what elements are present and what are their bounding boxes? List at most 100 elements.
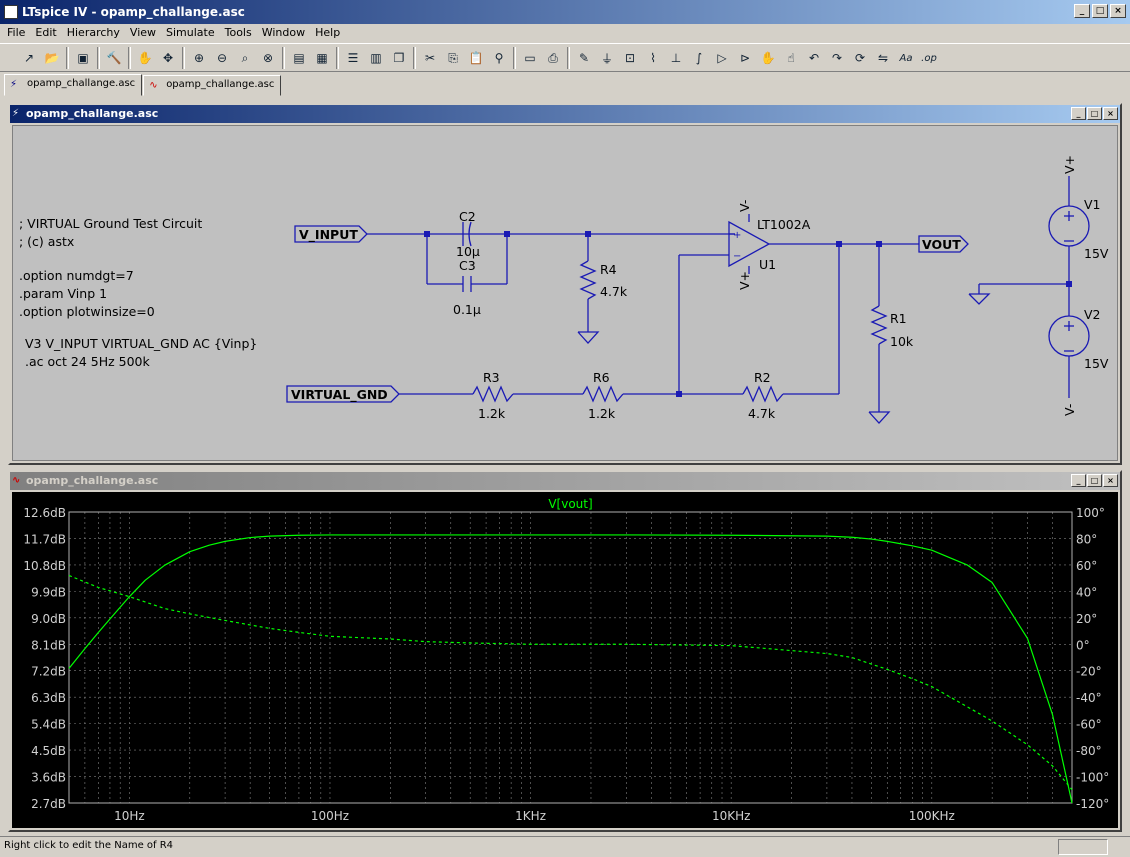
resistor-icon[interactable]: ⌇: [642, 47, 664, 69]
c2-value[interactable]: 10µ: [456, 244, 480, 259]
net-label-flags: [286, 225, 969, 403]
minimize-button[interactable]: _: [1074, 4, 1090, 18]
menu-simulate[interactable]: Simulate: [161, 24, 220, 42]
net-label-vplus[interactable]: V+: [1062, 155, 1077, 174]
save-icon[interactable]: ▣: [72, 47, 94, 69]
c3-name[interactable]: C3: [459, 258, 476, 273]
component-icon[interactable]: ⊳: [734, 47, 756, 69]
r1-value[interactable]: 10k: [890, 334, 914, 349]
v2-name[interactable]: V2: [1084, 307, 1101, 322]
v1-value[interactable]: 15V: [1084, 246, 1109, 261]
r3-value[interactable]: 1.2k: [478, 406, 506, 421]
menu-hierarchy[interactable]: Hierarchy: [62, 24, 125, 42]
net-label-vout[interactable]: VOUT: [922, 237, 961, 252]
comment-line: ; (c) astx: [19, 234, 74, 249]
status-panel: [1058, 839, 1108, 855]
control-panel-icon[interactable]: 🔨: [103, 47, 125, 69]
close-button[interactable]: ×: [1110, 4, 1126, 18]
wire-icon[interactable]: ✎: [573, 47, 595, 69]
u1-model[interactable]: LT1002A: [757, 217, 811, 232]
zoom-fit-icon[interactable]: ⌕: [234, 47, 256, 69]
r2-value[interactable]: 4.7k: [748, 406, 776, 421]
y-right-tick-label: 80°: [1076, 532, 1097, 546]
print-icon[interactable]: ⎙: [542, 47, 564, 69]
menu-view[interactable]: View: [125, 24, 161, 42]
mirror-icon[interactable]: ⇋: [872, 47, 894, 69]
net-label-vminus[interactable]: V-: [1062, 404, 1077, 416]
label-icon[interactable]: ⊡: [619, 47, 641, 69]
net-label-virtual-gnd[interactable]: VIRTUAL_GND: [291, 387, 388, 403]
tab-waveform[interactable]: ∿ opamp_challange.asc: [143, 75, 282, 96]
find-icon[interactable]: ⚲: [488, 47, 510, 69]
cut-icon[interactable]: ✂: [419, 47, 441, 69]
v1-name[interactable]: V1: [1084, 197, 1101, 212]
directive-line[interactable]: .option numdgt=7: [19, 268, 134, 283]
tile-vertical-icon[interactable]: ▥: [365, 47, 387, 69]
rotate-icon[interactable]: ⟳: [849, 47, 871, 69]
source-line[interactable]: V3 V_INPUT VIRTUAL_GND AC {Vinp}: [25, 336, 257, 351]
menu-edit[interactable]: Edit: [30, 24, 61, 42]
open-icon[interactable]: 📂: [41, 47, 63, 69]
schematic-labels: V_INPUT VIRTUAL_GND VOUT: [291, 227, 961, 403]
drag-icon[interactable]: ☝: [780, 47, 802, 69]
menu-tools[interactable]: Tools: [220, 24, 257, 42]
zoom-out-icon[interactable]: ⊖: [211, 47, 233, 69]
paste-icon[interactable]: 📋: [465, 47, 487, 69]
maximize-button[interactable]: □: [1092, 4, 1108, 18]
maximize-button[interactable]: □: [1087, 474, 1102, 487]
waveform-titlebar[interactable]: ∿ opamp_challange.asc _ □ ×: [10, 472, 1120, 490]
directive-line[interactable]: .param Vinp 1: [19, 286, 107, 301]
print-setup-icon[interactable]: ▭: [519, 47, 541, 69]
zoom-in-icon[interactable]: ⊕: [188, 47, 210, 69]
halt-icon[interactable]: ✋: [134, 47, 156, 69]
inductor-icon[interactable]: ∫: [688, 47, 710, 69]
r1-name[interactable]: R1: [890, 311, 907, 326]
spice-directive-icon[interactable]: .op: [918, 47, 940, 69]
close-button[interactable]: ×: [1103, 474, 1118, 487]
pan-icon[interactable]: ✥: [157, 47, 179, 69]
capacitor-icon[interactable]: ⊥: [665, 47, 687, 69]
run-icon[interactable]: ↗: [18, 47, 40, 69]
y-right-tick-label: -60°: [1076, 718, 1102, 732]
r4-name[interactable]: R4: [600, 262, 617, 277]
schematic-icon: ⚡: [12, 108, 20, 119]
ltspice-window: LTspice IV - opamp_challange.asc _ □ × F…: [0, 0, 1130, 857]
y-left-tick-label: 10.8dB: [23, 559, 66, 573]
menu-help[interactable]: Help: [310, 24, 345, 42]
waveform-plot[interactable]: 12.6dB 11.7dB 10.8dB 9.9dB 9.0dB 8.1dB 7.2dB 6.…: [12, 492, 1118, 828]
c3-value[interactable]: 0.1µ: [453, 302, 481, 317]
close-button[interactable]: ×: [1103, 107, 1118, 120]
r2-name[interactable]: R2: [754, 370, 771, 385]
v2-value[interactable]: 15V: [1084, 356, 1109, 371]
menu-file[interactable]: File: [2, 24, 30, 42]
minimize-button[interactable]: _: [1071, 107, 1086, 120]
move-icon[interactable]: ✋: [757, 47, 779, 69]
ac-directive[interactable]: .ac oct 24 5Hz 500k: [25, 354, 150, 369]
directive-line[interactable]: .option plotwinsize=0: [19, 304, 155, 319]
minimize-button[interactable]: _: [1071, 474, 1086, 487]
schematic-titlebar[interactable]: ⚡ opamp_challange.asc _ □ ×: [10, 105, 1120, 123]
grid-icon[interactable]: ▦: [311, 47, 333, 69]
text-icon[interactable]: Aa: [895, 47, 917, 69]
tab-schematic[interactable]: ⚡ opamp_challange.asc: [4, 74, 143, 96]
u1-name[interactable]: U1: [759, 257, 776, 272]
ground-icon[interactable]: ⏚: [596, 47, 618, 69]
diode-icon[interactable]: ▷: [711, 47, 733, 69]
maximize-button[interactable]: □: [1087, 107, 1102, 120]
copy-icon[interactable]: ⎘: [442, 47, 464, 69]
r6-name[interactable]: R6: [593, 370, 610, 385]
menu-window[interactable]: Window: [257, 24, 310, 42]
net-label-v-input[interactable]: V_INPUT: [299, 227, 358, 243]
r6-value[interactable]: 1.2k: [588, 406, 616, 421]
autorange-icon[interactable]: ▤: [288, 47, 310, 69]
redo-icon[interactable]: ↷: [826, 47, 848, 69]
cascade-icon[interactable]: ❐: [388, 47, 410, 69]
undo-icon[interactable]: ↶: [803, 47, 825, 69]
r3-name[interactable]: R3: [483, 370, 500, 385]
tile-horizontal-icon[interactable]: ☰: [342, 47, 364, 69]
window-titlebar[interactable]: LTspice IV - opamp_challange.asc _ □ ×: [0, 0, 1130, 24]
r4-value[interactable]: 4.7k: [600, 284, 628, 299]
c2-name[interactable]: C2: [459, 209, 476, 224]
schematic-canvas[interactable]: ; VIRTUAL Ground Test Circuit ; (c) astx…: [12, 125, 1118, 461]
zoom-cancel-icon[interactable]: ⊗: [257, 47, 279, 69]
